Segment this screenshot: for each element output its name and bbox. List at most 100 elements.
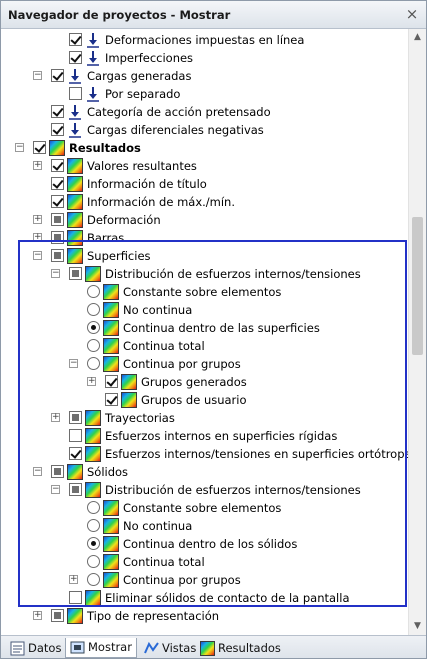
tree-item[interactable]: − Sólidos — [1, 463, 408, 481]
tree-item-checkbox[interactable] — [69, 267, 82, 280]
tree-item-checkbox[interactable] — [33, 141, 46, 154]
result-icon — [67, 608, 83, 624]
vertical-scrollbar[interactable]: ▲ ▼ — [408, 29, 426, 635]
tree-item[interactable]: Continua total — [1, 553, 408, 571]
collapse-icon[interactable]: − — [33, 71, 42, 80]
tree-item[interactable]: Continua dentro de las superficies — [1, 319, 408, 337]
tree-item-checkbox[interactable] — [51, 159, 64, 172]
tree-item-radio[interactable] — [87, 573, 100, 586]
tree-item-checkbox[interactable] — [51, 465, 64, 478]
tree-item[interactable]: Constante sobre elementos — [1, 283, 408, 301]
tree-item-radio[interactable] — [87, 321, 100, 334]
tree-item-checkbox[interactable] — [51, 69, 64, 82]
tree-item[interactable]: Información de título — [1, 175, 408, 193]
tree-item-label: Grupos de usuario — [141, 393, 247, 407]
tree-item[interactable]: + Valores resultantes — [1, 157, 408, 175]
tree-item-radio[interactable] — [87, 555, 100, 568]
collapse-icon[interactable]: − — [33, 467, 42, 476]
tree-item-checkbox[interactable] — [51, 105, 64, 118]
tree-item[interactable]: Cargas diferenciales negativas — [1, 121, 408, 139]
tree-item[interactable]: − Distribución de esfuerzos internos/tens… — [1, 265, 408, 283]
tree-item-checkbox[interactable] — [69, 483, 82, 496]
expand-icon[interactable]: + — [33, 215, 42, 224]
tree-item-checkbox[interactable] — [51, 177, 64, 190]
tree-item-checkbox[interactable] — [51, 609, 64, 622]
tree-item[interactable]: Por separado — [1, 85, 408, 103]
result-icon — [67, 464, 83, 480]
collapse-icon[interactable]: − — [51, 485, 60, 494]
tree-item-checkbox[interactable] — [105, 375, 118, 388]
tree-item-checkbox[interactable] — [69, 411, 82, 424]
expand-icon[interactable]: + — [33, 611, 42, 620]
tree-item[interactable]: Constante sobre elementos — [1, 499, 408, 517]
tree-item[interactable]: Información de máx./mín. — [1, 193, 408, 211]
tab-vistas[interactable]: Vistas — [139, 638, 201, 658]
tree-item-label: Continua dentro de las superficies — [123, 321, 320, 335]
tree-item-radio[interactable] — [87, 339, 100, 352]
tree-item[interactable]: + Continua por grupos — [1, 571, 408, 589]
scroll-up-icon[interactable]: ▲ — [409, 29, 426, 46]
tree-item[interactable]: − Cargas generadas — [1, 67, 408, 85]
expand-icon[interactable]: + — [51, 413, 60, 422]
tree-item[interactable]: No continua — [1, 301, 408, 319]
tree-item[interactable]: Continua total — [1, 337, 408, 355]
tree-item-radio[interactable] — [87, 501, 100, 514]
tree-item[interactable]: − Distribución de esfuerzos internos/tens… — [1, 481, 408, 499]
tree-item[interactable]: + Tipo de representación — [1, 607, 408, 625]
tree-item[interactable]: + Deformación — [1, 211, 408, 229]
tree-item[interactable]: − Superficies — [1, 247, 408, 265]
tree-item-checkbox[interactable] — [51, 123, 64, 136]
close-icon[interactable]: × — [404, 6, 420, 22]
tree-item-radio[interactable] — [87, 537, 100, 550]
tree-item-checkbox[interactable] — [51, 231, 64, 244]
tab-mostrar[interactable]: Mostrar — [65, 638, 137, 658]
tree-item-label: Constante sobre elementos — [123, 501, 282, 515]
tree-item-checkbox[interactable] — [51, 213, 64, 226]
expand-icon[interactable]: + — [69, 575, 78, 584]
results-icon — [200, 641, 215, 656]
tree-item-checkbox[interactable] — [51, 249, 64, 262]
collapse-icon[interactable]: − — [33, 251, 42, 260]
collapse-icon[interactable]: − — [15, 143, 24, 152]
tree-item-checkbox[interactable] — [105, 393, 118, 406]
tree-item[interactable]: Eliminar sólidos de contacto de la panta… — [1, 589, 408, 607]
tree-item-checkbox[interactable] — [69, 429, 82, 442]
expand-icon[interactable]: + — [87, 377, 96, 386]
tree-item[interactable]: Esfuerzos internos/tensiones en superfic… — [1, 445, 408, 463]
tree-item-checkbox[interactable] — [51, 195, 64, 208]
project-navigator-window: Navegador de proyectos - Mostrar × Defor… — [0, 0, 427, 659]
tree-item[interactable]: Continua dentro de los sólidos — [1, 535, 408, 553]
tree-item[interactable]: Esfuerzos internos en superficies rígida… — [1, 427, 408, 445]
tree-item-checkbox[interactable] — [69, 447, 82, 460]
tree-item[interactable]: + Trayectorias — [1, 409, 408, 427]
tree-item-label: Barras — [87, 231, 125, 245]
tree-item-radio[interactable] — [87, 285, 100, 298]
tree-item[interactable]: − Continua por grupos — [1, 355, 408, 373]
tree-item[interactable]: No continua — [1, 517, 408, 535]
scroll-down-icon[interactable]: ▼ — [409, 618, 426, 635]
tree-item-radio[interactable] — [87, 303, 100, 316]
tree-item-label: Continua por grupos — [123, 357, 241, 371]
tree-item[interactable]: − Resultados — [1, 139, 408, 157]
tree-item[interactable]: + Grupos generados — [1, 373, 408, 391]
tree-item-checkbox[interactable] — [69, 33, 82, 46]
tab-datos[interactable]: Datos — [5, 638, 66, 658]
tree-item-checkbox[interactable] — [69, 591, 82, 604]
tree-item-radio[interactable] — [87, 519, 100, 532]
tree-item-checkbox[interactable] — [69, 51, 82, 64]
tree-item-label: Eliminar sólidos de contacto de la panta… — [105, 591, 350, 605]
tree-item[interactable]: Categoría de acción pretensado — [1, 103, 408, 121]
tree-item[interactable]: Grupos de usuario — [1, 391, 408, 409]
tree-item-checkbox[interactable] — [69, 87, 82, 100]
tab-resultados[interactable]: Resultados — [195, 638, 286, 658]
tree-item-radio[interactable] — [87, 357, 100, 370]
tree-item[interactable]: Deformaciones impuestas en línea — [1, 31, 408, 49]
tree-item[interactable]: Imperfecciones — [1, 49, 408, 67]
scroll-thumb[interactable] — [412, 217, 423, 355]
expand-icon[interactable]: + — [33, 233, 42, 242]
expand-icon[interactable]: + — [33, 161, 42, 170]
collapse-icon[interactable]: − — [51, 269, 60, 278]
title-bar: Navegador de proyectos - Mostrar × — [1, 1, 426, 29]
collapse-icon[interactable]: − — [69, 359, 78, 368]
tree-item[interactable]: + Barras — [1, 229, 408, 247]
